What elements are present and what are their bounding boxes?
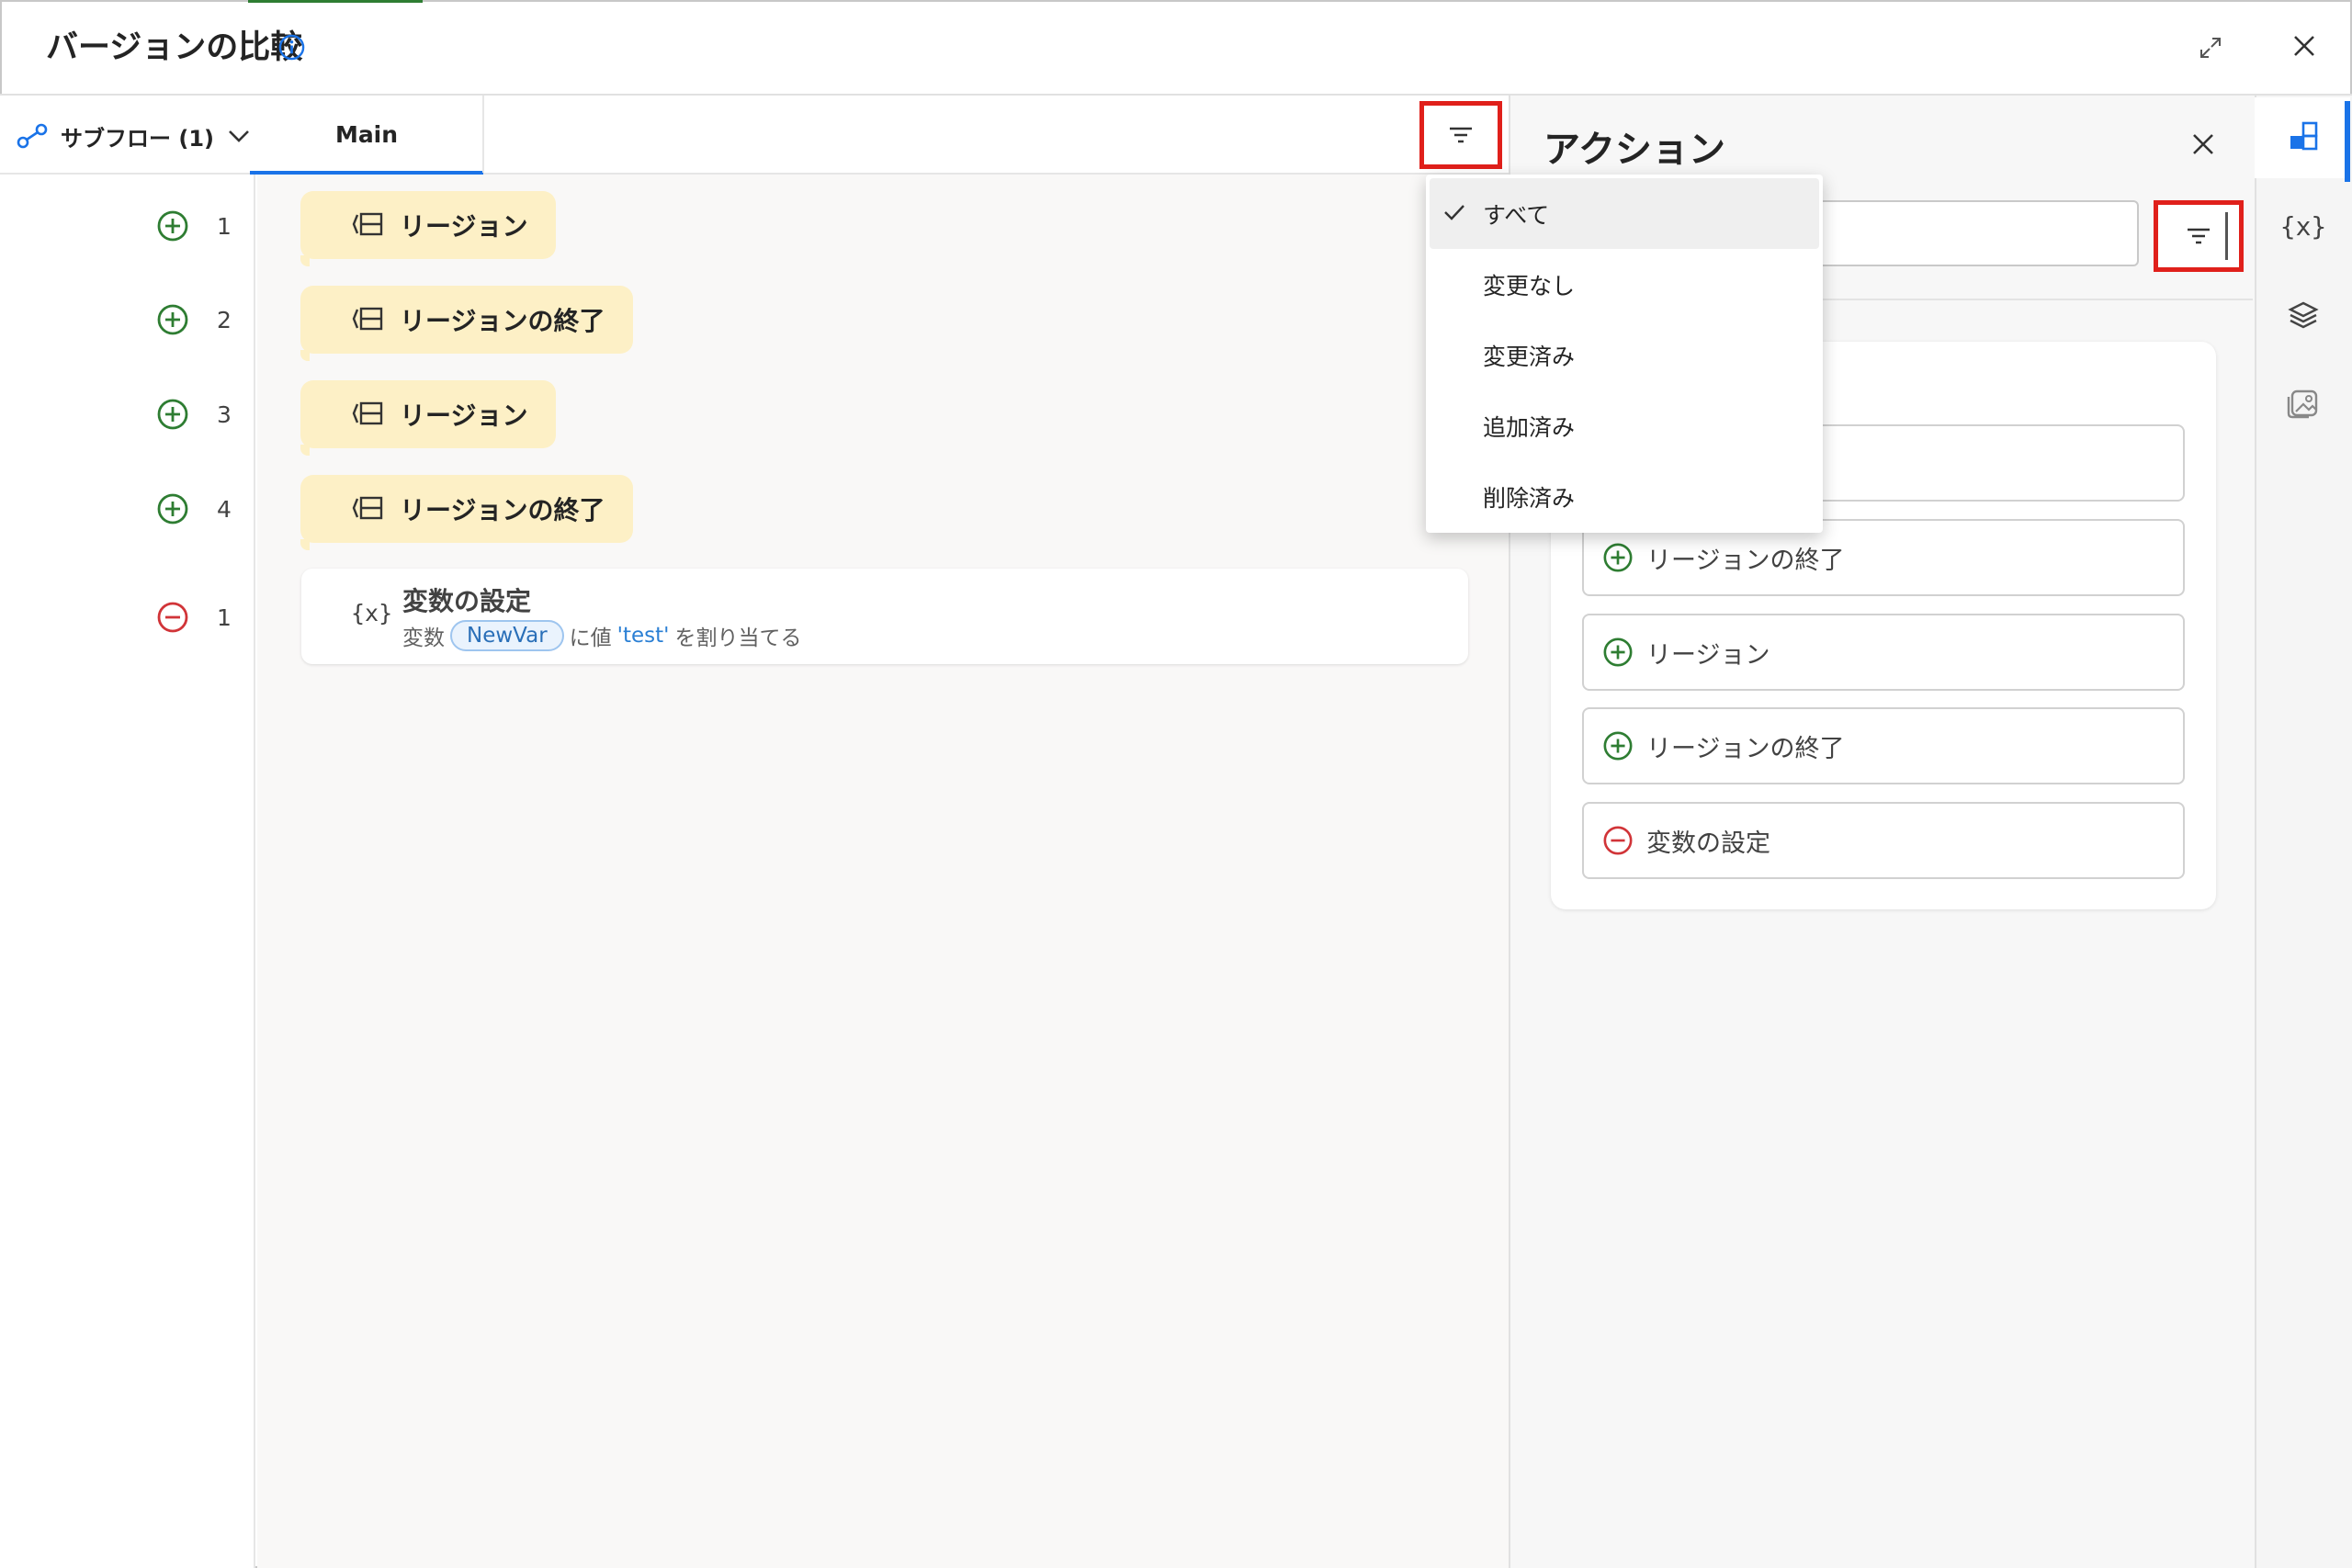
action-label: リージョンの終了: [400, 306, 605, 336]
list-item-label: 変数の設定: [1646, 829, 1770, 858]
images-icon[interactable]: [2287, 386, 2320, 419]
chevron-down-icon: [229, 130, 249, 142]
variables-icon[interactable]: {x}: [2280, 209, 2327, 243]
search-input[interactable]: [1801, 200, 2139, 266]
panel-filter-button[interactable]: [2154, 200, 2244, 272]
line-number: 3: [217, 400, 232, 428]
title-bar: [0, 0, 2352, 96]
line-number: 2: [217, 306, 232, 333]
list-item[interactable]: 変数の設定: [1582, 802, 2185, 879]
action-label: リージョン: [400, 211, 528, 242]
added-icon: [1603, 731, 1633, 761]
checkmark-icon: [1444, 205, 1464, 220]
added-icon: [157, 493, 188, 525]
removed-icon: [157, 602, 188, 633]
menu-item-label: 削除済み: [1483, 484, 1576, 512]
tab-divider: [482, 96, 484, 173]
set-variable-action[interactable]: {x} 変数の設定 変数 NewVar に値 'test' を割り当てる: [301, 569, 1468, 664]
region-icon: [352, 496, 383, 520]
subflow-label: サブフロー (1): [61, 125, 214, 152]
line-number: 1: [217, 212, 232, 240]
action-label: リージョン: [400, 400, 528, 431]
menu-item-label: すべて: [1483, 201, 1550, 229]
menu-item-added[interactable]: 追加済み: [1430, 390, 1819, 461]
rail-active-indicator: [2345, 101, 2350, 182]
desc-suffix: を割り当てる: [674, 626, 802, 650]
added-icon: [157, 304, 188, 335]
variable-pill: NewVar: [450, 620, 564, 651]
expand-icon[interactable]: [2198, 35, 2223, 61]
region-icon: [352, 401, 383, 425]
list-item[interactable]: リージョンの終了: [1582, 707, 2185, 784]
menu-item-changed[interactable]: 変更済み: [1430, 320, 1819, 390]
added-icon: [1603, 637, 1633, 667]
action-label: リージョンの終了: [400, 495, 605, 525]
line-number: 1: [217, 604, 232, 631]
filter-button[interactable]: [1419, 101, 1502, 169]
layers-icon[interactable]: [2287, 299, 2320, 332]
region-icon: [352, 212, 383, 236]
line-number: 4: [217, 495, 232, 523]
tab-main-label: Main: [334, 120, 399, 148]
separator: [2225, 212, 2228, 260]
filter-icon: [1450, 127, 1472, 143]
added-icon: [157, 210, 188, 242]
gutter-row: 2: [156, 303, 232, 336]
region-action[interactable]: リージョン: [300, 191, 556, 266]
close-icon[interactable]: [2190, 131, 2216, 157]
tab-main[interactable]: Main: [250, 96, 483, 175]
actions-icon[interactable]: [2287, 119, 2320, 152]
removed-icon: [1603, 826, 1633, 855]
subflow-icon: [17, 123, 48, 149]
desc-mid: に値: [569, 626, 612, 650]
added-icon: [157, 399, 188, 430]
end-region-action[interactable]: リージョンの終了: [300, 475, 633, 550]
subflow-dropdown[interactable]: サブフロー (1): [17, 114, 251, 158]
menu-item-unchanged[interactable]: 変更なし: [1430, 249, 1819, 320]
action-description: 変数 NewVar に値 'test' を割り当てる: [402, 620, 802, 651]
menu-item-all[interactable]: すべて: [1430, 178, 1819, 249]
desc-prefix: 変数: [402, 626, 445, 650]
list-item-label: リージョンの終了: [1646, 734, 1845, 763]
images-glyph: [2287, 389, 2318, 419]
info-icon[interactable]: [277, 33, 306, 62]
filter-icon: [2188, 228, 2210, 244]
region-action[interactable]: リージョン: [300, 380, 556, 456]
list-item-label: リージョン: [1646, 640, 1770, 670]
menu-item-label: 変更済み: [1483, 343, 1576, 370]
menu-item-label: 変更なし: [1483, 272, 1576, 299]
gutter-row: 1: [156, 209, 232, 243]
end-region-action[interactable]: リージョンの終了: [300, 286, 633, 361]
layers-glyph: [2288, 301, 2319, 329]
gutter-row: 3: [156, 398, 232, 431]
window-title: バージョンの比較: [46, 29, 303, 66]
list-item-label: リージョンの終了: [1646, 546, 1845, 575]
region-icon: [352, 307, 383, 331]
close-icon[interactable]: [2290, 31, 2319, 61]
actions-glyph: [2290, 121, 2318, 151]
gutter-row: 1: [156, 601, 232, 634]
actions-panel-title: アクション: [1544, 129, 1725, 171]
gutter-row: 4: [156, 492, 232, 525]
added-icon: [1603, 543, 1633, 572]
menu-item-label: 追加済み: [1483, 413, 1576, 441]
variable-icon: {x}: [351, 600, 393, 626]
value-text: 'test': [616, 624, 670, 648]
action-title: 変数の設定: [402, 586, 532, 616]
menu-item-removed[interactable]: 削除済み: [1430, 461, 1819, 532]
list-item[interactable]: リージョン: [1582, 614, 2185, 691]
